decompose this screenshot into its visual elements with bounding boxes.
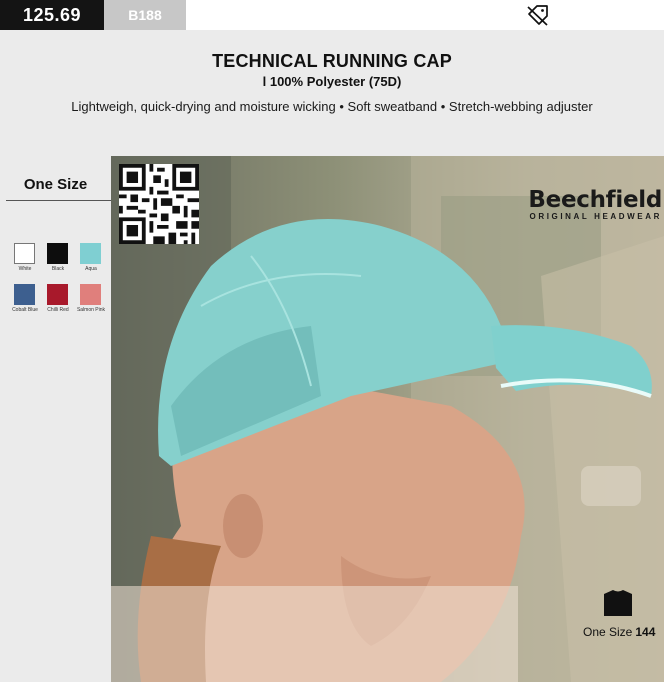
price-badge: 125.69 [0, 0, 104, 30]
qr-code [119, 164, 199, 244]
garment-stock-icon [604, 590, 632, 616]
size-divider [6, 200, 111, 201]
color-label-black: Black [51, 266, 65, 272]
color-swatch-cobalt-blue[interactable] [14, 284, 35, 305]
product-title: TECHNICAL RUNNING CAP [212, 51, 452, 71]
product-header: TECHNICAL RUNNING CAP l 100% Polyester (… [0, 30, 664, 156]
color-label-salmon-pink: Salmon Pink [76, 307, 106, 313]
color-label-cobalt-blue: Cobalt Blue [12, 307, 38, 313]
product-material: l 100% Polyester (75D) [262, 74, 402, 89]
brand-tagline: ORIGINAL HEADWEAR [529, 212, 662, 221]
color-swatch-aqua[interactable] [80, 243, 101, 264]
brand-logo: Beechfield ORIGINAL HEADWEAR [528, 188, 662, 222]
discount-tag-icon [527, 5, 548, 26]
stock-info: One Size 144 [583, 625, 655, 639]
color-label-aqua: Aqua [85, 266, 97, 272]
price-value: 125.69 [22, 4, 82, 25]
product-description: Lightweigh, quick-drying and moisture wi… [71, 99, 593, 114]
color-swatch-white[interactable] [14, 243, 35, 264]
color-label-white: White [18, 266, 32, 272]
sku-badge: B188 [104, 0, 186, 30]
sku-value: B188 [128, 7, 162, 23]
brand-name: Beechfield [528, 187, 662, 213]
top-bar: 125.69 B188 [0, 0, 664, 30]
color-swatch-salmon-pink[interactable] [80, 284, 101, 305]
options-sidebar: One Size White Black Aqua Cobalt Blue Ch… [0, 156, 111, 682]
stock-count: 144 [635, 625, 656, 639]
photo-overlay [111, 586, 518, 682]
color-swatch-chilli-red[interactable] [47, 284, 68, 305]
product-photo: Beechfield ORIGINAL HEADWEAR One Size 144 [111, 156, 664, 682]
size-heading: One Size [23, 176, 88, 193]
stock-size: One Size [583, 625, 633, 639]
color-swatch-black[interactable] [47, 243, 68, 264]
color-label-chilli-red: Chilli Red [47, 307, 69, 313]
